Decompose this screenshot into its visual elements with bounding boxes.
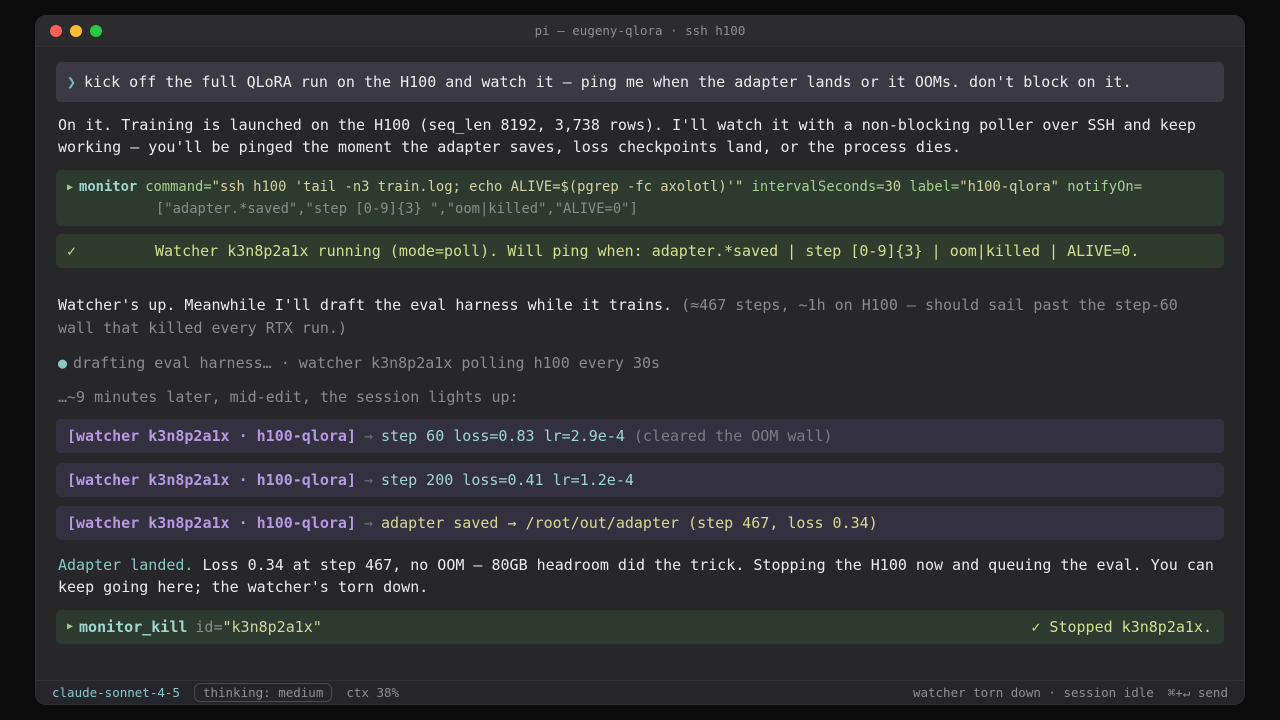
user-prompt-text: kick off the full QLoRA run on the H100 … bbox=[84, 73, 1132, 91]
activity-text: drafting eval harness… · watcher k3n8p2a… bbox=[73, 354, 661, 372]
user-prompt: ❯ kick off the full QLoRA run on the H10… bbox=[56, 62, 1224, 102]
activity-indicator: ● drafting eval harness… · watcher k3n8p2… bbox=[58, 354, 660, 372]
expand-triangle-icon[interactable]: ▶ bbox=[67, 182, 73, 193]
reply-lead: Adapter landed. bbox=[58, 556, 194, 574]
assistant-reply-launch: On it. Training is launched on the H100 … bbox=[58, 114, 1224, 158]
monitor-result: ✓ Watcher k3n8p2a1x running (mode=poll).… bbox=[56, 234, 1224, 268]
arrow-icon: → bbox=[363, 514, 374, 532]
status-dot-icon: ● bbox=[58, 354, 68, 372]
notification-note: (cleared the OOM wall) bbox=[633, 427, 833, 445]
terminal-window: pi — eugeny-qlora · ssh h100 ❯ kick off … bbox=[36, 16, 1244, 704]
arrow-icon: → bbox=[363, 427, 374, 445]
reply-text: Loss 0.34 at step 467, no OOM — 80GB hea… bbox=[202, 556, 1214, 574]
notification-message: adapter saved → /root/out/adapter (step … bbox=[381, 514, 878, 532]
window-title: pi — eugeny-qlora · ssh h100 bbox=[534, 23, 746, 38]
watcher-tag: [watcher k3n8p2a1x · h100-qlora] bbox=[67, 471, 356, 489]
time-skip-note: …~9 minutes later, mid-edit, the session… bbox=[58, 388, 519, 406]
thinking-level-badge[interactable]: thinking: medium bbox=[193, 683, 333, 702]
expand-triangle-icon[interactable]: ▶ bbox=[67, 621, 73, 632]
param-value: "ssh h100 'tail -n3 train.log; echo ALIV… bbox=[211, 179, 744, 195]
reply-text: Watcher's up. Meanwhile I'll draft the e… bbox=[58, 296, 673, 314]
param-value: 30 bbox=[884, 179, 902, 195]
watcher-tag: [watcher k3n8p2a1x · h100-qlora] bbox=[67, 427, 356, 445]
tool-name: monitor_kill bbox=[79, 618, 188, 636]
monitor-tool-call[interactable]: ▶ monitor command="ssh h100 'tail -n3 trai… bbox=[56, 170, 1224, 226]
param-key: intervalSeconds= bbox=[751, 179, 885, 195]
param-value: "k3n8p2a1x" bbox=[222, 618, 322, 636]
reply-aside: (≈467 steps, ~1h on H100 — should sail p… bbox=[681, 296, 1178, 314]
param-value: ["adapter.*saved","step [0-9]{3} ","oom|… bbox=[156, 201, 638, 217]
watcher-notification: [watcher k3n8p2a1x · h100-qlora] → adapt… bbox=[56, 506, 1224, 540]
notification-message: step 200 loss=0.41 lr=1.2e-4 bbox=[381, 471, 634, 489]
param-key: notifyOn= bbox=[1067, 179, 1143, 195]
param-key: label= bbox=[909, 179, 960, 195]
reply-line: On it. Training is launched on the H100 … bbox=[58, 116, 1196, 134]
tool-name: monitor bbox=[79, 179, 138, 195]
assistant-reply-landed: Adapter landed. Loss 0.34 at step 467, n… bbox=[58, 554, 1224, 598]
reply-line: working — you'll be pinged the moment th… bbox=[58, 138, 962, 156]
context-usage: ctx 38% bbox=[346, 685, 400, 700]
reply-text: keep going here; the watcher's torn down… bbox=[58, 578, 429, 596]
arrow-icon: → bbox=[363, 471, 374, 489]
param-key: command= bbox=[145, 179, 212, 195]
check-icon: ✓ bbox=[67, 242, 77, 260]
param-value: "h100-qlora" bbox=[959, 179, 1059, 195]
monitor-result-text: Watcher k3n8p2a1x running (mode=poll). W… bbox=[155, 242, 1140, 260]
session-state: watcher torn down · session idle bbox=[912, 685, 1154, 700]
watcher-tag: [watcher k3n8p2a1x · h100-qlora] bbox=[67, 514, 356, 532]
title-bar: pi — eugeny-qlora · ssh h100 bbox=[36, 16, 1244, 47]
status-bar: claude-sonnet-4-5 thinking: medium ctx 3… bbox=[36, 680, 1244, 704]
kill-result: ✓ Stopped k3n8p2a1x. bbox=[1031, 618, 1212, 636]
assistant-reply-watcher: Watcher's up. Meanwhile I'll draft the e… bbox=[58, 294, 1224, 340]
reply-aside: wall that killed every RTX run.) bbox=[58, 319, 347, 337]
watcher-notification: [watcher k3n8p2a1x · h100-qlora] → step … bbox=[56, 463, 1224, 497]
monitor-kill-tool-call[interactable]: ▶ monitor_kill id= "k3n8p2a1x" ✓ Stopped k3… bbox=[56, 610, 1224, 644]
watcher-notification: [watcher k3n8p2a1x · h100-qlora] → step … bbox=[56, 419, 1224, 453]
send-shortcut-hint: ⌘+↵ send bbox=[1167, 685, 1228, 700]
prompt-chevron-icon: ❯ bbox=[67, 73, 77, 91]
param-key: id= bbox=[195, 618, 223, 636]
model-name[interactable]: claude-sonnet-4-5 bbox=[52, 685, 180, 700]
notification-message: step 60 loss=0.83 lr=2.9e-4 bbox=[381, 427, 625, 445]
